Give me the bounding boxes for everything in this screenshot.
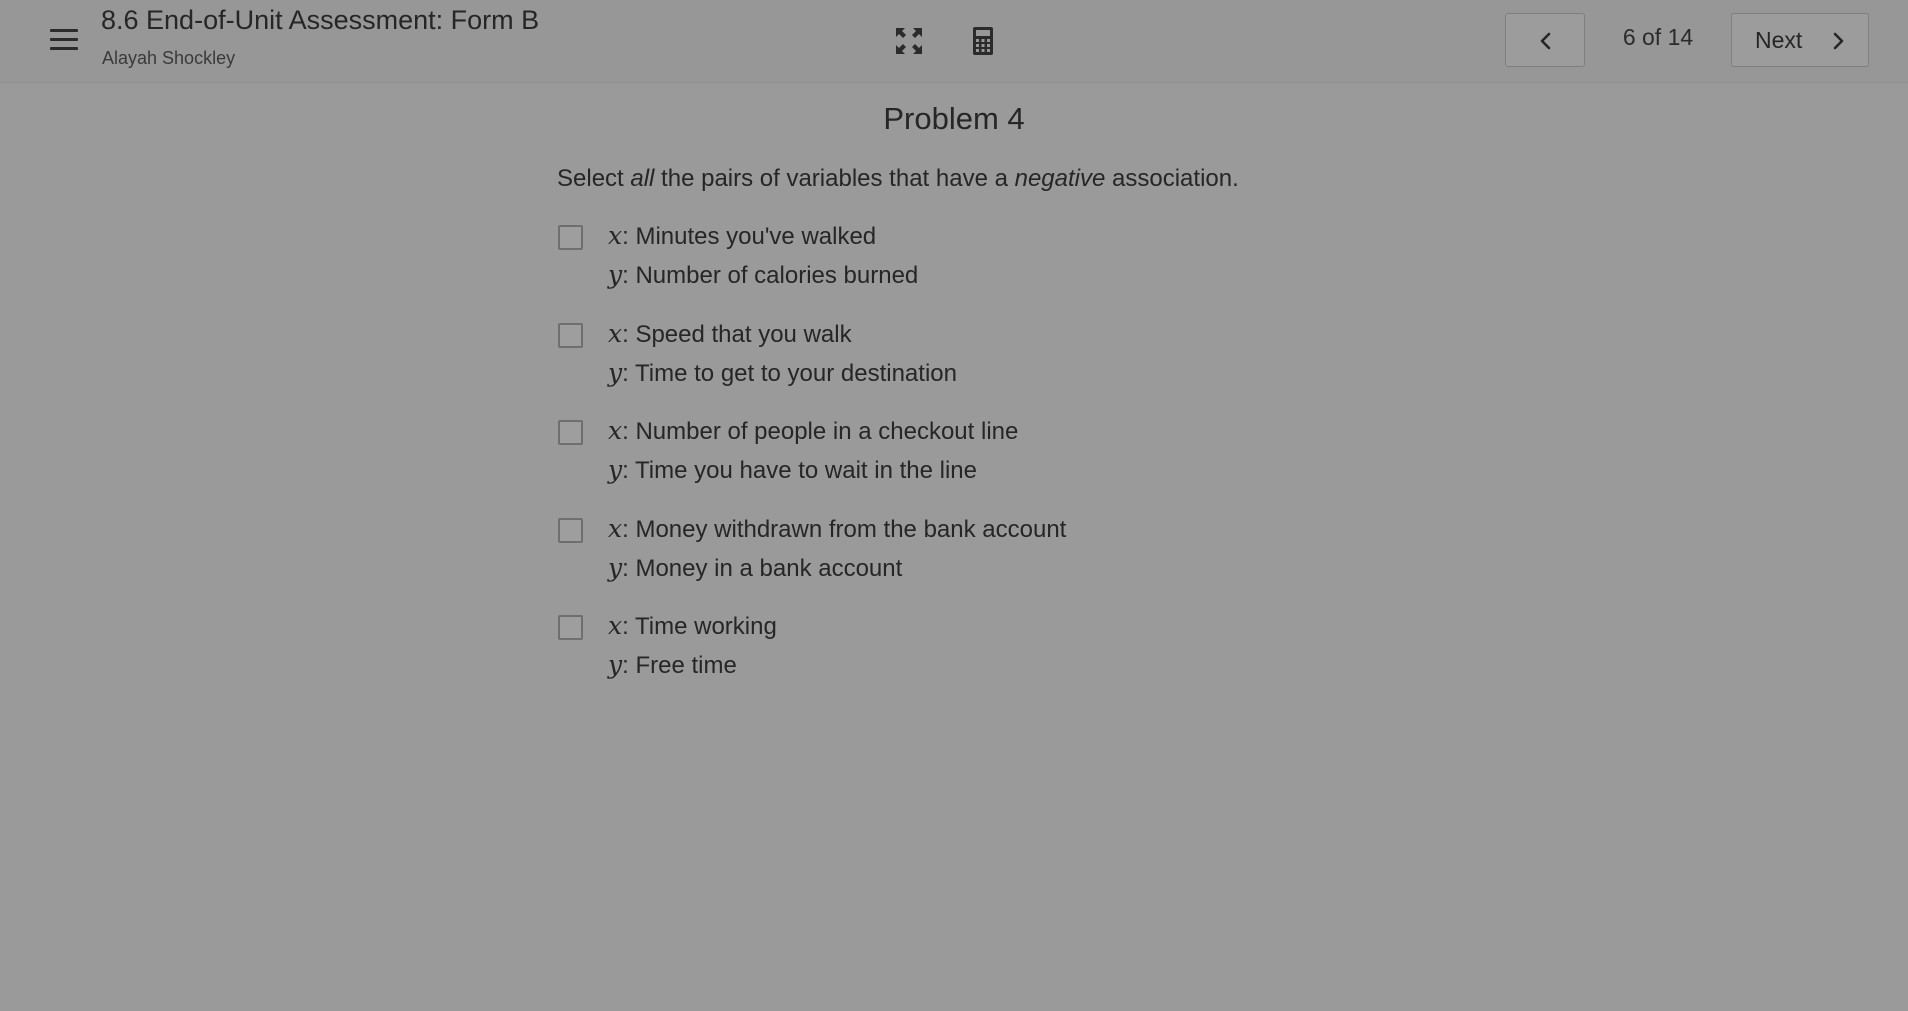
option-checkbox[interactable] bbox=[558, 420, 583, 445]
previous-problem-button[interactable] bbox=[1505, 13, 1585, 67]
assessment-title: 8.6 End-of-Unit Assessment: Form B bbox=[101, 5, 540, 35]
option-checkbox[interactable] bbox=[558, 225, 583, 250]
hamburger-menu-icon[interactable] bbox=[48, 28, 80, 52]
option-checkbox[interactable] bbox=[558, 518, 583, 543]
answer-option: x: Minutes you've walked y: Number of ca… bbox=[557, 221, 1257, 307]
problem-title: Problem 4 bbox=[883, 101, 1025, 136]
chevron-right-icon bbox=[1833, 32, 1844, 50]
option-checkbox[interactable] bbox=[558, 615, 583, 640]
chevron-left-icon bbox=[1540, 32, 1551, 50]
problem-prompt: Select all the pairs of variables that h… bbox=[557, 165, 1239, 192]
answer-option: x: Time working y: Free time bbox=[557, 611, 1257, 697]
answer-option: x: Speed that you walk y: Time to get to… bbox=[557, 319, 1257, 405]
option-x-line: x: Number of people in a checkout line bbox=[608, 416, 1019, 445]
option-x-line: x: Minutes you've walked bbox=[608, 221, 877, 250]
student-name: Alayah Shockley bbox=[102, 48, 236, 68]
option-x-line: x: Time working bbox=[608, 611, 777, 640]
option-y-line: y: Money in a bank account bbox=[608, 553, 903, 582]
page-counter: 6 of 14 bbox=[1622, 24, 1694, 50]
option-y-line: y: Time to get to your destination bbox=[608, 358, 957, 387]
answer-option: x: Number of people in a checkout line y… bbox=[557, 416, 1257, 502]
expand-arrows-icon[interactable] bbox=[892, 24, 926, 58]
option-x-line: x: Money withdrawn from the bank account bbox=[608, 514, 1067, 543]
option-checkbox[interactable] bbox=[558, 323, 583, 348]
option-y-line: y: Number of calories burned bbox=[608, 260, 919, 289]
calculator-icon[interactable] bbox=[966, 24, 1000, 58]
option-y-line: y: Free time bbox=[608, 650, 737, 679]
option-y-line: y: Time you have to wait in the line bbox=[608, 455, 977, 484]
next-problem-button[interactable]: Next bbox=[1731, 13, 1869, 67]
option-x-line: x: Speed that you walk bbox=[608, 319, 852, 348]
answer-option: x: Money withdrawn from the bank account… bbox=[557, 514, 1257, 600]
next-button-label: Next bbox=[1755, 27, 1803, 53]
top-bar: 8.6 End-of-Unit Assessment: Form B Alaya… bbox=[0, 0, 1908, 83]
